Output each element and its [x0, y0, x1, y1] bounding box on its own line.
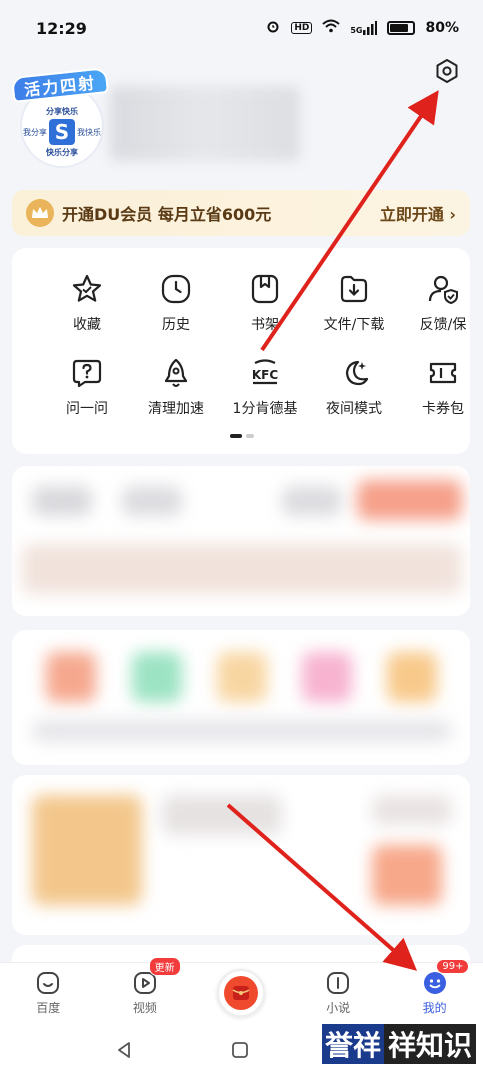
tool-label: 1分肯德基 — [232, 401, 298, 417]
blurred-card-2 — [12, 630, 470, 765]
crown-icon — [26, 199, 54, 227]
status-icons: HD 5G 80% — [265, 18, 459, 38]
red-envelope-button[interactable] — [217, 968, 266, 1017]
clock-icon — [159, 272, 193, 306]
feedback-icon — [426, 272, 460, 306]
avatar-logo: S — [49, 119, 75, 145]
battery-fill — [390, 24, 409, 32]
avatar-text-2: 我分享 — [23, 127, 47, 137]
status-time: 12:29 — [36, 18, 87, 38]
watermark-part-1: 誉祥 — [322, 1024, 385, 1064]
tool-favorites[interactable]: 收藏 — [42, 272, 132, 334]
page-indicator — [230, 434, 254, 438]
page-dot — [246, 434, 254, 438]
nav-video[interactable]: 视频 更新 — [97, 957, 194, 1022]
avatar-logo-row: 我分享 S 我快乐 — [23, 117, 101, 147]
tool-label: 夜间模式 — [326, 401, 382, 417]
tool-history[interactable]: 历史 — [131, 272, 221, 334]
tools-card: 收藏 历史 书架 文件/下载 反馈/保 问一问 清理加速 KFC 1分肯德基 夜… — [12, 248, 470, 454]
nav-label: 小说 — [326, 1001, 351, 1015]
avatar-wrap[interactable]: 活力四射 分享快乐 我分享 S 我快乐 快乐分享 — [10, 67, 110, 172]
vip-banner[interactable]: 开通DU会员 每月立省600元 立即开通 › — [12, 190, 470, 236]
tool-bookshelf[interactable]: 书架 — [220, 272, 310, 334]
red-envelope-icon — [224, 975, 259, 1010]
vip-open-link[interactable]: 立即开通 › — [380, 201, 456, 225]
moon-icon — [337, 356, 371, 390]
kfc-icon: KFC — [248, 356, 282, 390]
tool-label: 文件/下载 — [323, 317, 385, 333]
profile-header: 活力四射 分享快乐 我分享 S 我快乐 快乐分享 — [0, 56, 483, 186]
page-dot-active — [230, 434, 242, 438]
avatar-badge: 活力四射 — [10, 67, 110, 103]
tool-downloads[interactable]: 文件/下载 — [309, 272, 399, 334]
avatar-text-1: 分享快乐 — [46, 107, 78, 116]
watermark: 誉祥 祥知识 — [322, 1024, 477, 1064]
tool-label: 卡券包 — [422, 401, 464, 417]
nav-label: 视频 — [132, 1001, 157, 1015]
tool-ask[interactable]: 问一问 — [42, 356, 132, 418]
tool-label: 收藏 — [73, 317, 101, 333]
tool-kfc[interactable]: KFC 1分肯德基 — [220, 356, 310, 418]
blurred-username — [110, 86, 300, 161]
home-icon[interactable] — [230, 1040, 250, 1060]
nav-mine[interactable]: 我的 99+ — [386, 959, 483, 1022]
wifi-icon — [322, 19, 341, 37]
back-icon[interactable] — [114, 1040, 134, 1060]
svg-text:KFC: KFC — [252, 368, 278, 382]
novel-icon — [325, 969, 351, 997]
rocket-icon — [159, 356, 193, 390]
nav-novel[interactable]: 小说 — [290, 963, 387, 1022]
nav-baidu[interactable]: 百度 — [0, 963, 97, 1022]
tool-label: 清理加速 — [148, 401, 204, 417]
tool-clean[interactable]: 清理加速 — [131, 356, 221, 418]
tool-night-mode[interactable]: 夜间模式 — [309, 356, 399, 418]
blurred-card-1 — [12, 466, 470, 616]
alarm-icon — [265, 18, 281, 38]
signal-icon: 5G — [350, 21, 378, 35]
question-icon — [70, 356, 104, 390]
bookmark-icon — [248, 272, 282, 306]
signal-label: 5G — [350, 26, 363, 35]
ticket-icon — [426, 356, 460, 390]
avatar-text-3: 我快乐 — [77, 127, 101, 137]
nav-label: 百度 — [36, 1001, 61, 1015]
avatar-text-4: 快乐分享 — [46, 148, 78, 157]
star-icon — [70, 272, 104, 306]
vip-text: 开通DU会员 每月立省600元 — [62, 205, 272, 224]
download-icon — [337, 272, 371, 306]
tool-label: 书架 — [251, 317, 279, 333]
tool-feedback[interactable]: 反馈/保 — [398, 272, 470, 334]
nav-label: 我的 — [422, 1001, 447, 1015]
mine-count-badge: 99+ — [436, 959, 470, 974]
watermark-part-2: 祥知识 — [384, 1024, 477, 1064]
baidu-icon — [35, 969, 61, 997]
settings-icon — [436, 59, 458, 83]
blurred-card-3 — [12, 775, 470, 935]
tool-label: 问一问 — [66, 401, 108, 417]
nav-red-envelope[interactable] — [193, 963, 290, 1022]
status-bar: 12:29 HD 5G 80% — [0, 0, 483, 56]
tool-label: 反馈/保 — [419, 317, 467, 333]
hd-icon: HD — [291, 22, 313, 34]
tool-coupons[interactable]: 卡券包 — [398, 356, 470, 418]
bottom-nav: 百度 视频 更新 小说 我的 99+ — [0, 957, 483, 1022]
settings-button[interactable] — [432, 56, 462, 86]
tool-label: 历史 — [162, 317, 190, 333]
battery-percent: 80% — [425, 20, 459, 36]
video-update-badge: 更新 — [148, 957, 181, 976]
battery-icon — [387, 21, 416, 35]
